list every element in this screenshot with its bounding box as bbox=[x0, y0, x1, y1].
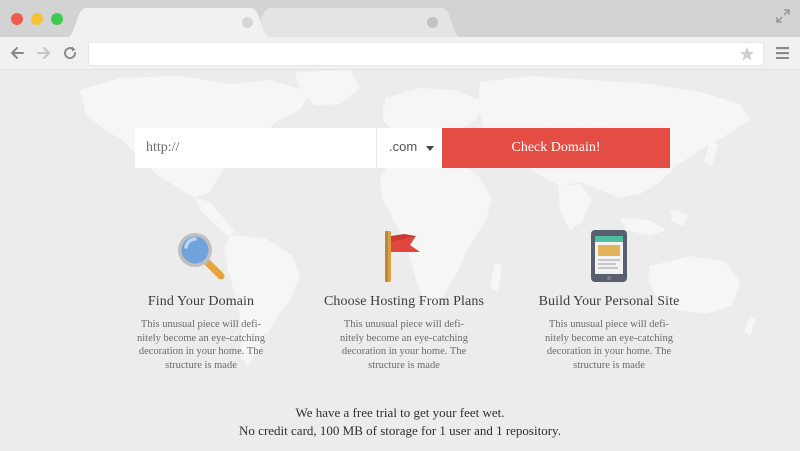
browser-tab-inactive[interactable] bbox=[250, 8, 462, 38]
feature-title: Find Your Domain bbox=[147, 294, 255, 309]
feature-title: Build Your Personal Site bbox=[538, 294, 680, 309]
bookmark-star-icon[interactable] bbox=[739, 46, 755, 62]
free-trial-line-2: No credit card, 100 MB of storage for 1 … bbox=[239, 423, 561, 438]
forward-arrow-icon[interactable] bbox=[36, 45, 52, 61]
browser-tab-active[interactable] bbox=[66, 8, 271, 38]
domain-search-bar: .com Check Domain! bbox=[135, 128, 670, 168]
reload-icon[interactable] bbox=[62, 45, 78, 61]
flag-icon bbox=[385, 231, 420, 282]
tab-close-icon[interactable] bbox=[242, 17, 253, 28]
feature-title: Choose Hosting From Plans bbox=[323, 294, 484, 309]
tab-close-icon[interactable] bbox=[427, 17, 438, 28]
feature-description: This unusual piece will defi-nitely beco… bbox=[545, 319, 673, 371]
check-domain-button[interactable]: Check Domain! bbox=[442, 128, 670, 168]
tab-shape bbox=[66, 8, 271, 38]
caret-down-icon bbox=[426, 146, 434, 151]
free-trial-text: We have a free trial to get your feet we… bbox=[0, 404, 800, 440]
feature-description: This unusual piece will defi-nitely beco… bbox=[137, 319, 265, 371]
menu-icon[interactable] bbox=[776, 47, 789, 59]
free-trial-line-1: We have a free trial to get your feet we… bbox=[295, 405, 505, 420]
back-arrow-icon[interactable] bbox=[9, 45, 25, 61]
browser-toolbar bbox=[0, 37, 800, 70]
expand-icon[interactable] bbox=[776, 9, 790, 23]
tablet-icon bbox=[591, 230, 627, 282]
address-bar[interactable] bbox=[88, 42, 764, 66]
domain-url-input[interactable] bbox=[135, 128, 376, 168]
magnifier-icon bbox=[178, 233, 225, 280]
maximize-window-button[interactable] bbox=[51, 13, 63, 25]
feature-find-domain: Find Your Domain This unusual piece will… bbox=[101, 228, 301, 372]
page-content: .com Check Domain! Find Your Domain This… bbox=[0, 70, 800, 451]
feature-description: This unusual piece will defi-nitely beco… bbox=[340, 319, 468, 371]
close-window-button[interactable] bbox=[11, 13, 23, 25]
tld-selected-value: .com bbox=[389, 139, 418, 154]
feature-choose-hosting: Choose Hosting From Plans This unusual p… bbox=[304, 228, 504, 372]
tld-dropdown[interactable]: .com bbox=[376, 128, 442, 168]
feature-build-site: Build Your Personal Site This unusual pi… bbox=[509, 228, 709, 372]
minimize-window-button[interactable] bbox=[31, 13, 43, 25]
